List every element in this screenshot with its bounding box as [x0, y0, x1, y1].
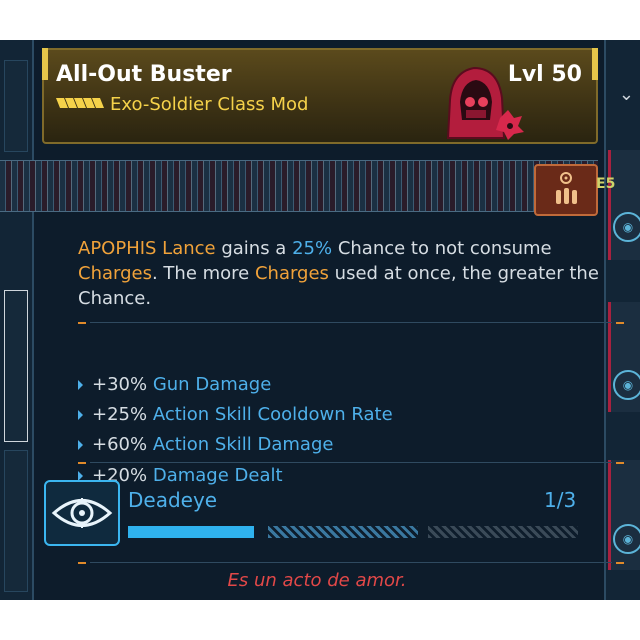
bullet-arrow-icon [78, 380, 83, 390]
chevron-rarity-icon [56, 98, 104, 108]
desc-percent: 25% [292, 238, 333, 259]
stat-label: Damage Dealt [152, 465, 283, 486]
chevron-down-icon[interactable]: ⌄ [619, 84, 634, 105]
stat-value: +60% [92, 434, 148, 455]
inventory-column-left [0, 40, 34, 600]
hooded-soldier-badge-icon [446, 66, 524, 140]
inventory-slot-selected[interactable] [4, 290, 28, 442]
skill-rank: 1/3 [544, 488, 577, 512]
skill-progress-empty [268, 526, 418, 538]
biohazard-ammo-icon[interactable] [534, 164, 598, 216]
inventory-slot[interactable]: ◉ [608, 460, 640, 570]
item-carousel-strip[interactable] [0, 160, 598, 212]
stat-value: +30% [92, 374, 148, 395]
bullet-arrow-icon [78, 440, 83, 450]
eye-icon: ◉ [613, 370, 640, 400]
desc-skill-name: APOPHIS Lance [78, 238, 216, 259]
bullet-arrow-icon [78, 410, 83, 420]
item-name: All-Out Buster [56, 62, 232, 87]
inventory-slot[interactable]: ◉ [608, 302, 640, 412]
skill-name: Deadeye [128, 488, 218, 512]
stat-label: Gun Damage [152, 374, 272, 395]
stat-label: Action Skill Cooldown Rate [152, 404, 393, 425]
eye-icon: ◉ [613, 524, 640, 554]
stat-value: +25% [92, 404, 148, 425]
skill-progress-empty [428, 526, 578, 538]
item-header: All-Out Buster Lvl 50 Exo-Soldier Class … [42, 48, 598, 144]
divider [78, 562, 624, 564]
stat-label: Action Skill Damage [152, 434, 334, 455]
desc-keyword: Charges [78, 263, 152, 284]
eye-crosshair-icon [44, 480, 120, 546]
strip-badge-text: E5 [596, 176, 616, 192]
divider [78, 322, 624, 324]
desc-text: . The more [151, 263, 255, 284]
eye-icon: ◉ [613, 212, 640, 242]
inventory-slot[interactable] [4, 60, 28, 152]
flavor-text: Es un acto de amor. [227, 570, 407, 591]
desc-keyword: Charges [254, 263, 329, 284]
inventory-column-right: ⌄ ◉ ◉ ◉ [600, 40, 640, 600]
item-type: Exo-Soldier Class Mod [110, 94, 309, 115]
game-scene: ⌄ ◉ ◉ ◉ All-Out Buster Lvl 50 Exo-Soldie… [0, 40, 640, 600]
inventory-slot[interactable]: ◉ [608, 150, 640, 260]
skill-progress-filled [128, 526, 254, 538]
divider [78, 462, 624, 464]
item-description: APOPHIS Lance gains a 25% Chance to not … [78, 236, 608, 311]
desc-text: Chance to not consume [332, 238, 552, 259]
desc-text: gains a [215, 238, 293, 259]
